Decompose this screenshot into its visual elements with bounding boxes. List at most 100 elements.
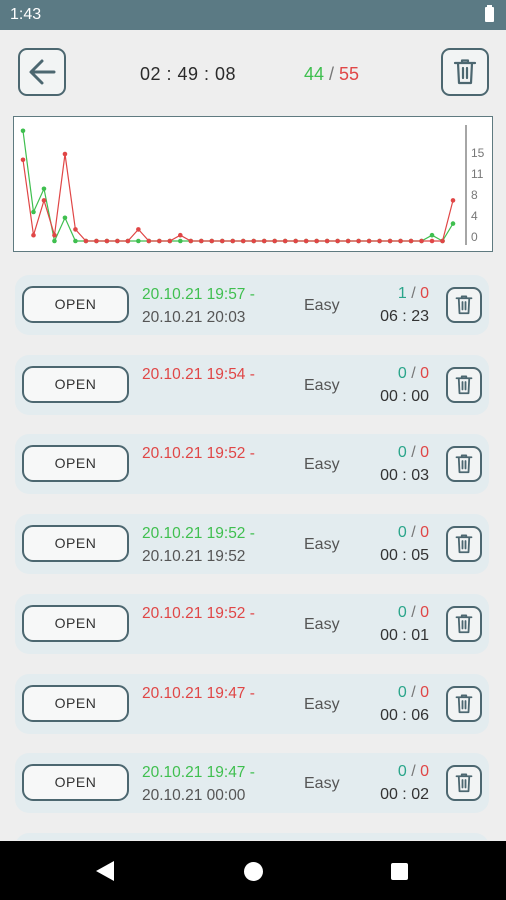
delete-row-button[interactable] — [446, 446, 482, 483]
y-tick-label: 15 — [471, 146, 485, 160]
row-correct: 1 — [397, 285, 407, 302]
open-button[interactable]: OPEN — [22, 604, 129, 642]
session-list[interactable]: OPEN 20.10.21 19:57 - 20.10.21 20:03 Easy 1 … — [0, 265, 506, 840]
row-score-separator: / — [406, 444, 421, 462]
row-score-separator: / — [406, 763, 421, 781]
open-button[interactable]: OPEN — [22, 445, 129, 483]
data-point — [62, 215, 68, 221]
data-point — [31, 209, 36, 215]
row-score-separator: / — [406, 603, 421, 621]
row-duration: 00 : 01 — [380, 626, 429, 644]
open-button[interactable]: OPEN — [22, 365, 129, 403]
open-button[interactable]: OPEN — [22, 684, 129, 722]
row-wrong: 0 — [420, 444, 429, 462]
data-point — [178, 238, 183, 244]
difficulty-label: Easy — [304, 615, 340, 633]
data-point — [73, 238, 78, 244]
data-point — [429, 232, 435, 238]
difficulty-label: Easy — [304, 775, 340, 793]
data-point — [356, 238, 361, 244]
row-score-separator: / — [406, 524, 421, 542]
row-score: 0 / 0 — [398, 763, 429, 781]
session-end-date: 20.10.21 00:00 — [142, 787, 246, 805]
status-bar: 1:43 — [0, 0, 506, 30]
home-circle-icon[interactable] — [244, 862, 263, 881]
data-point — [41, 198, 47, 203]
row-score: 0 / 0 — [398, 365, 429, 383]
data-point — [73, 227, 78, 232]
trash-icon — [455, 454, 473, 474]
results-chart: 15 11 8 4 0 — [13, 116, 493, 252]
row-correct: 0 — [397, 603, 407, 621]
row-duration: 06 : 23 — [380, 308, 429, 325]
difficulty-label: Easy — [304, 536, 340, 554]
session-end-date: 20.10.21 20:03 — [142, 309, 246, 326]
delete-all-button[interactable] — [441, 48, 489, 96]
data-point — [408, 238, 414, 244]
session-row: OPEN 20.10.21 19:52 - Easy 0 / 0 00 : 03 — [15, 434, 489, 495]
session-start-date: 20.10.21 19:52 - — [142, 604, 255, 622]
delete-row-button[interactable] — [446, 526, 482, 563]
data-point — [157, 238, 162, 244]
recents-square-icon[interactable] — [391, 863, 408, 880]
results-chart-svg: 15 11 8 4 0 — [20, 125, 485, 245]
data-point — [345, 238, 351, 244]
header: 02 : 49 : 08 44 / 55 — [0, 30, 506, 112]
data-point — [450, 198, 456, 203]
data-point — [398, 238, 403, 244]
trash-icon — [455, 295, 473, 315]
row-duration: 00 : 06 — [380, 706, 429, 724]
data-point — [31, 232, 36, 238]
delete-row-button[interactable] — [446, 287, 482, 323]
row-correct: 0 — [397, 763, 407, 781]
open-button[interactable]: OPEN — [22, 525, 129, 563]
row-duration: 00 : 02 — [380, 786, 429, 804]
total-correct: 44 — [304, 64, 325, 84]
data-point — [94, 238, 99, 244]
back-triangle-icon[interactable] — [96, 861, 114, 881]
data-point — [293, 238, 298, 244]
data-point — [303, 238, 309, 244]
trash-icon — [455, 773, 473, 793]
back-button[interactable] — [18, 48, 66, 96]
data-point — [209, 238, 215, 244]
data-point — [178, 232, 183, 238]
row-score-separator: / — [406, 364, 421, 382]
trash-icon — [453, 59, 477, 85]
data-point — [83, 238, 89, 244]
data-point — [219, 238, 225, 244]
series-line-0 — [22, 130, 454, 243]
row-correct: 0 — [397, 524, 407, 542]
difficulty-label: Easy — [304, 456, 340, 474]
series-line-1 — [22, 153, 454, 242]
session-row: OPEN 20.10.21 19:54 - Easy 0 / 0 00 : 00 — [15, 354, 489, 415]
open-button[interactable]: OPEN — [22, 764, 129, 802]
trash-icon — [455, 375, 473, 394]
data-point — [20, 157, 26, 163]
score-separator: / — [324, 64, 340, 84]
data-point — [125, 238, 131, 244]
open-button[interactable]: OPEN — [22, 286, 129, 323]
y-tick-label: 11 — [471, 167, 484, 181]
row-correct: 0 — [397, 683, 407, 701]
data-point — [324, 238, 330, 244]
status-time: 1:43 — [10, 6, 42, 23]
delete-row-button[interactable] — [446, 685, 482, 722]
row-score: 0 / 0 — [398, 444, 429, 462]
session-row — [15, 832, 489, 840]
delete-row-button[interactable] — [446, 765, 482, 802]
delete-row-button[interactable] — [446, 366, 482, 403]
difficulty-label: Easy — [304, 695, 340, 713]
delete-row-button[interactable] — [446, 605, 482, 642]
y-tick-label: 8 — [471, 188, 478, 202]
difficulty-label: Easy — [304, 297, 340, 314]
session-row: OPEN 20.10.21 19:47 - 20.10.21 00:00 Easy 0 … — [15, 753, 489, 814]
session-start-date: 20.10.21 19:47 - — [142, 764, 255, 782]
data-point — [167, 238, 173, 244]
row-score: 0 / 0 — [398, 524, 429, 542]
data-point — [314, 238, 319, 244]
row-score: 1 / 0 — [398, 285, 429, 303]
session-start-date: 20.10.21 19:54 - — [142, 365, 255, 383]
row-score-separator: / — [406, 683, 421, 701]
session-row: OPEN 20.10.21 19:47 - Easy 0 / 0 00 : 06 — [15, 673, 489, 734]
